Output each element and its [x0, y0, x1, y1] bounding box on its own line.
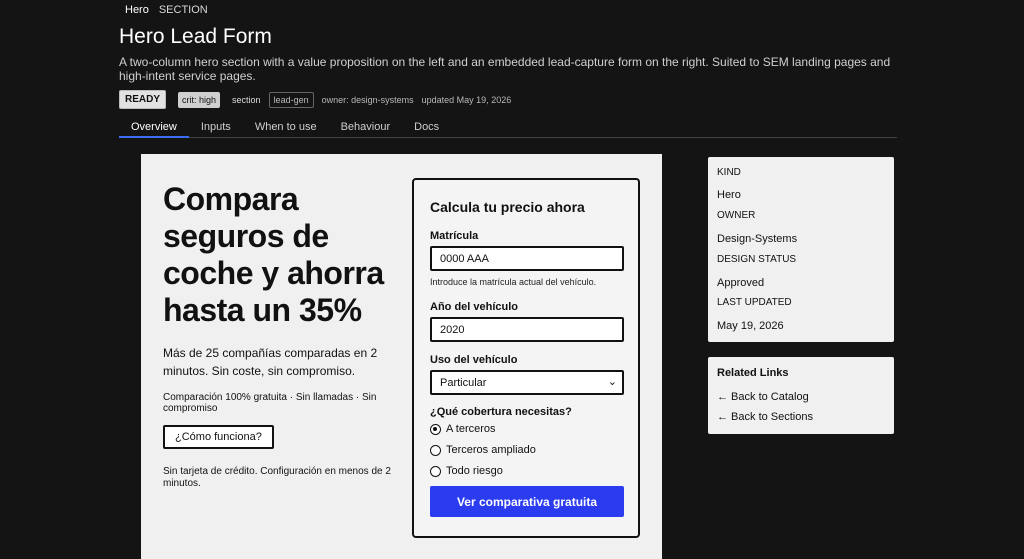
owner-label: OWNER	[717, 210, 756, 221]
tab-when-to-use[interactable]: When to use	[243, 118, 329, 138]
metadata-card: KIND Hero OWNER Design-Systems DESIGN ST…	[708, 157, 894, 342]
back-to-sections-link[interactable]: ← Back to Sections	[717, 411, 813, 423]
related-links-title: Related Links	[717, 367, 789, 379]
coverage-option-label: A terceros	[446, 423, 496, 435]
form-title: Calcula tu precio ahora	[430, 199, 585, 215]
year-input[interactable]: 2020	[430, 317, 624, 342]
tag-badge: lead-gen	[268, 91, 314, 108]
tab-inputs[interactable]: Inputs	[189, 118, 243, 138]
owner-value: Design-Systems	[717, 233, 798, 245]
use-select[interactable]: Particular ⌄	[430, 370, 624, 395]
type-label: section	[232, 94, 261, 105]
page-description: A two-column hero section with a value p…	[119, 55, 891, 83]
hero-subheading: Más de 25 compañías comparadas en 2 minu…	[163, 346, 378, 378]
updated-text: updated May 19, 2026	[421, 94, 512, 105]
hero-note: Sin tarjeta de crédito. Configuración en…	[163, 466, 391, 489]
radio-icon[interactable]	[430, 465, 441, 477]
tab-behaviour[interactable]: Behaviour	[329, 118, 403, 138]
kind-value: Hero	[717, 189, 741, 201]
use-select-value: Particular	[440, 377, 487, 389]
tab-bar: Overview Inputs When to use Behaviour Do…	[119, 118, 897, 138]
coverage-option-label: Terceros ampliado	[446, 444, 536, 456]
hero-heading: Compara seguros de coche y ahorra hasta …	[163, 181, 384, 328]
meta-row: READY crit: high section lead-gen owner:…	[119, 90, 511, 109]
year-label: Año del vehículo	[430, 301, 519, 313]
criticality-badge: crit: high	[178, 91, 221, 108]
how-it-works-button[interactable]: ¿Cómo funciona?	[163, 425, 274, 449]
coverage-option-label: Todo riesgo	[446, 465, 503, 477]
back-to-catalog-link[interactable]: ← Back to Catalog	[717, 391, 809, 403]
related-links-card: Related Links ← Back to Catalog ← Back t…	[708, 357, 894, 434]
coverage-option-todo-riesgo[interactable]: Todo riesgo	[430, 465, 503, 477]
tab-docs[interactable]: Docs	[402, 118, 451, 138]
coverage-option-ampliado[interactable]: Terceros ampliado	[430, 444, 536, 456]
plate-hint: Introduce la matrícula actual del vehícu…	[430, 277, 597, 287]
plate-input[interactable]: 0000 AAA	[430, 246, 624, 271]
plate-label: Matrícula	[430, 230, 479, 242]
design-status-label: DESIGN STATUS	[717, 254, 797, 265]
use-label: Uso del vehículo	[430, 354, 518, 366]
last-updated-value: May 19, 2026	[717, 320, 784, 332]
hero-features: Comparación 100% gratuita · Sin llamadas…	[163, 392, 377, 414]
status-badge: READY	[119, 90, 167, 109]
design-status-value: Approved	[717, 277, 765, 289]
tab-overview[interactable]: Overview	[119, 118, 189, 138]
last-updated-label: LAST UPDATED	[717, 297, 792, 308]
page-title: Hero Lead Form	[119, 25, 272, 48]
coverage-label: ¿Qué cobertura necesitas?	[430, 406, 572, 418]
kind-label: KIND	[717, 167, 741, 178]
chevron-down-icon: ⌄	[607, 376, 617, 388]
breadcrumb-item-hero[interactable]: Hero	[125, 4, 149, 16]
component-preview: Compara seguros de coche y ahorra hasta …	[141, 154, 662, 559]
submit-button[interactable]: Ver comparativa gratuita	[430, 486, 624, 517]
radio-icon[interactable]	[430, 444, 441, 456]
breadcrumb-item-section: SECTION	[158, 4, 208, 16]
owner-text: owner: design-systems	[321, 94, 414, 105]
breadcrumb: Hero SECTION	[125, 4, 208, 16]
coverage-option-terceros[interactable]: A terceros	[430, 423, 496, 435]
lead-form: Calcula tu precio ahora Matrícula 0000 A…	[412, 178, 640, 538]
radio-checked-icon[interactable]	[430, 423, 441, 435]
